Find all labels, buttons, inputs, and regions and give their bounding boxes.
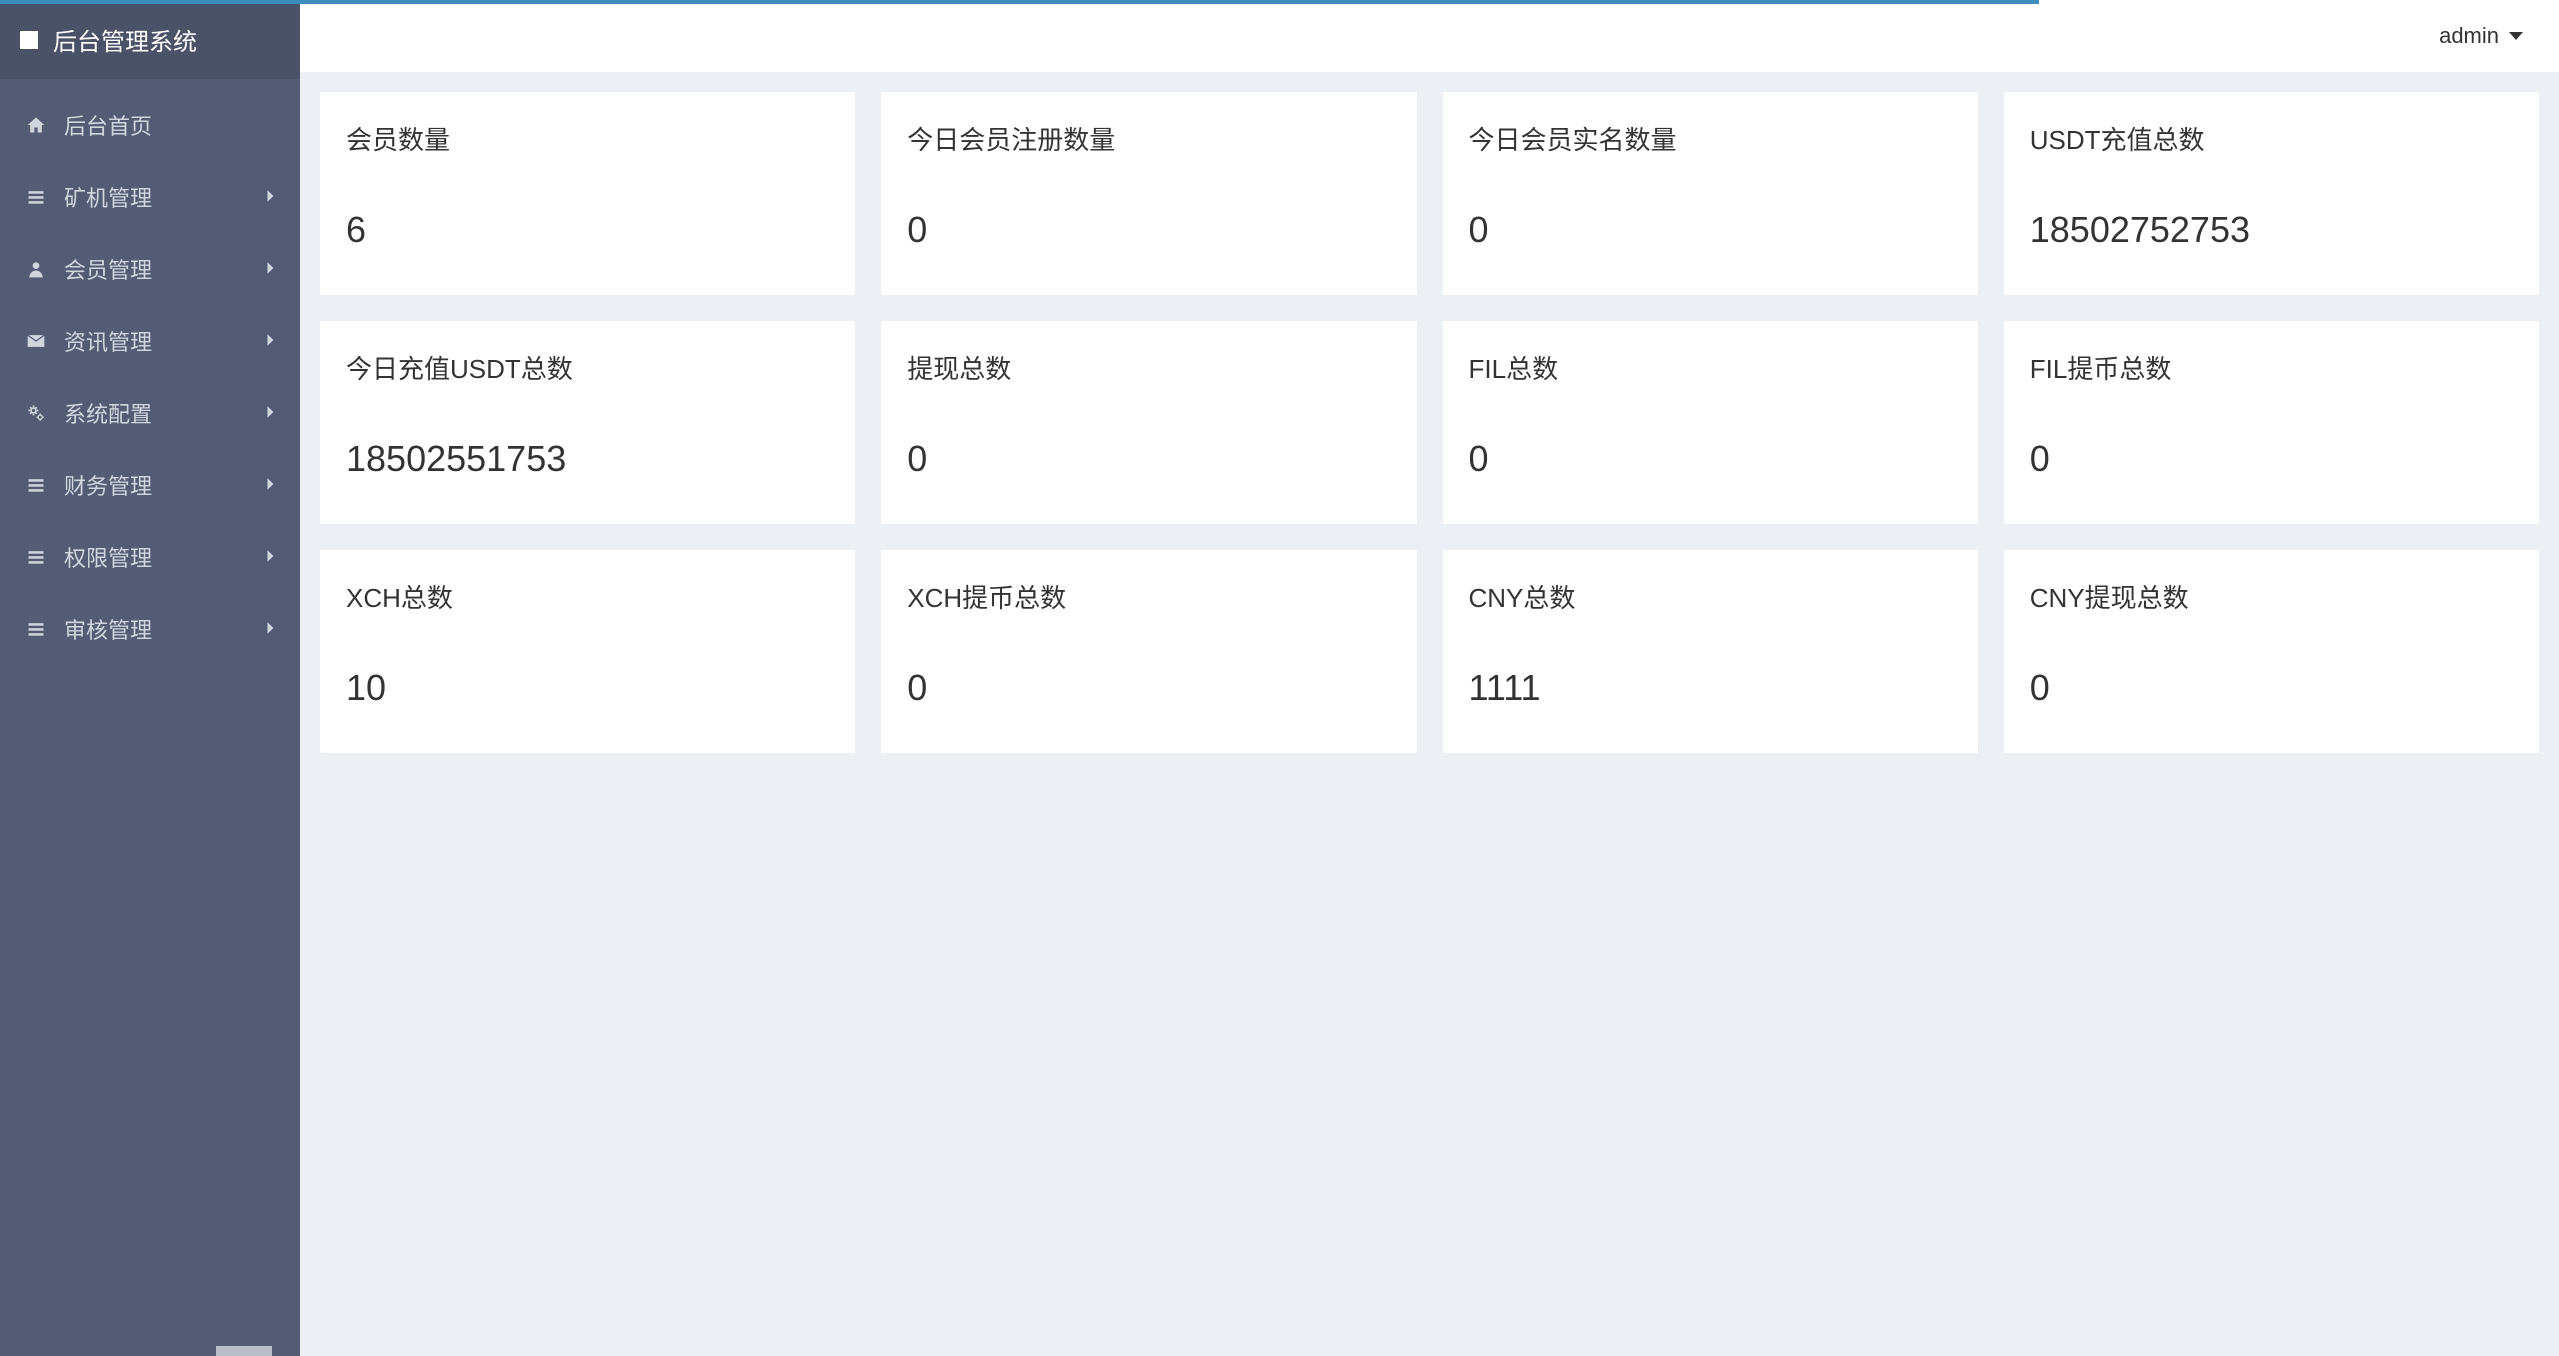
stat-card-11: CNY提现总数 0 bbox=[2004, 550, 2539, 753]
bars-icon bbox=[24, 475, 48, 495]
stat-card-2: 今日会员实名数量 0 bbox=[1443, 92, 1978, 295]
user-menu[interactable]: admin bbox=[2439, 23, 2523, 49]
sidebar-item-1[interactable]: 矿机管理 bbox=[0, 161, 300, 233]
chevron-right-icon bbox=[266, 477, 276, 494]
stat-card-value: 0 bbox=[2030, 667, 2513, 709]
topbar: admin bbox=[300, 0, 2559, 72]
stat-card-title: USDT充值总数 bbox=[2030, 120, 2513, 157]
stat-card-title: XCH提币总数 bbox=[907, 578, 1390, 615]
chevron-right-icon bbox=[266, 405, 276, 422]
chevron-right-icon bbox=[266, 621, 276, 638]
sidebar-item-label: 会员管理 bbox=[64, 253, 266, 285]
stat-card-0: 会员数量 6 bbox=[320, 92, 855, 295]
stat-card-value: 0 bbox=[907, 667, 1390, 709]
envelope-icon bbox=[24, 331, 48, 351]
sidebar-item-4[interactable]: 系统配置 bbox=[0, 377, 300, 449]
sidebar-item-label: 后台首页 bbox=[64, 109, 276, 141]
caret-down-icon bbox=[2509, 32, 2523, 40]
sidebar-item-label: 矿机管理 bbox=[64, 181, 266, 213]
cogs-icon bbox=[24, 403, 48, 423]
stat-card-10: CNY总数 1111 bbox=[1443, 550, 1978, 753]
username-label: admin bbox=[2439, 23, 2499, 49]
chevron-right-icon bbox=[266, 549, 276, 566]
stat-card-title: 今日充值USDT总数 bbox=[346, 349, 829, 386]
logo-icon bbox=[20, 31, 38, 49]
sidebar-header: 后台管理系统 bbox=[0, 0, 300, 79]
stat-card-value: 0 bbox=[907, 438, 1390, 480]
stat-card-title: 会员数量 bbox=[346, 120, 829, 157]
stat-card-3: USDT充值总数 18502752753 bbox=[2004, 92, 2539, 295]
sidebar-item-label: 审核管理 bbox=[64, 613, 266, 645]
chevron-right-icon bbox=[266, 261, 276, 278]
chevron-right-icon bbox=[266, 333, 276, 350]
sidebar-item-6[interactable]: 权限管理 bbox=[0, 521, 300, 593]
sidebar-item-2[interactable]: 会员管理 bbox=[0, 233, 300, 305]
stat-card-title: FIL总数 bbox=[1469, 349, 1952, 386]
loading-bar-main bbox=[300, 0, 2039, 4]
content: 会员数量 6 今日会员注册数量 0 今日会员实名数量 0 USDT充值总数 185027527… bbox=[300, 72, 2559, 1356]
sidebar-item-label: 权限管理 bbox=[64, 541, 266, 573]
main: admin 会员数量 6 今日会员注册数量 0 今日会员实名数量 0 USDT充值总数 185… bbox=[300, 0, 2559, 1356]
bars-icon bbox=[24, 619, 48, 639]
stat-card-value: 18502752753 bbox=[2030, 209, 2513, 251]
stat-card-9: XCH提币总数 0 bbox=[881, 550, 1416, 753]
stat-card-value: 10 bbox=[346, 667, 829, 709]
app-title: 后台管理系统 bbox=[53, 22, 197, 57]
stat-card-title: CNY提现总数 bbox=[2030, 578, 2513, 615]
stat-card-title: 今日会员注册数量 bbox=[907, 120, 1390, 157]
stat-card-6: FIL总数 0 bbox=[1443, 321, 1978, 524]
stat-card-value: 1111 bbox=[1469, 667, 1952, 709]
stat-card-7: FIL提币总数 0 bbox=[2004, 321, 2539, 524]
user-icon bbox=[24, 259, 48, 279]
stat-card-value: 18502551753 bbox=[346, 438, 829, 480]
sidebar-item-3[interactable]: 资讯管理 bbox=[0, 305, 300, 377]
bars-icon bbox=[24, 187, 48, 207]
sidebar-nav: 后台首页矿机管理会员管理资讯管理系统配置财务管理权限管理审核管理 bbox=[0, 79, 300, 1356]
chevron-right-icon bbox=[266, 189, 276, 206]
sidebar-item-0[interactable]: 后台首页 bbox=[0, 89, 300, 161]
bars-icon bbox=[24, 547, 48, 567]
stat-card-value: 0 bbox=[1469, 209, 1952, 251]
stat-card-title: CNY总数 bbox=[1469, 578, 1952, 615]
stat-card-title: FIL提币总数 bbox=[2030, 349, 2513, 386]
stat-card-value: 0 bbox=[907, 209, 1390, 251]
sidebar-item-label: 系统配置 bbox=[64, 397, 266, 429]
stat-card-value: 6 bbox=[346, 209, 829, 251]
stat-card-1: 今日会员注册数量 0 bbox=[881, 92, 1416, 295]
stat-card-value: 0 bbox=[2030, 438, 2513, 480]
stat-card-8: XCH总数 10 bbox=[320, 550, 855, 753]
sidebar-item-label: 财务管理 bbox=[64, 469, 266, 501]
loading-bar-sidebar bbox=[0, 0, 300, 4]
stat-card-title: 今日会员实名数量 bbox=[1469, 120, 1952, 157]
sidebar-item-label: 资讯管理 bbox=[64, 325, 266, 357]
stat-card-4: 今日充值USDT总数 18502551753 bbox=[320, 321, 855, 524]
sidebar-item-7[interactable]: 审核管理 bbox=[0, 593, 300, 665]
stat-card-title: 提现总数 bbox=[907, 349, 1390, 386]
sidebar-item-5[interactable]: 财务管理 bbox=[0, 449, 300, 521]
dashboard-cards: 会员数量 6 今日会员注册数量 0 今日会员实名数量 0 USDT充值总数 185027527… bbox=[320, 92, 2539, 753]
stat-card-5: 提现总数 0 bbox=[881, 321, 1416, 524]
sidebar: 后台管理系统 后台首页矿机管理会员管理资讯管理系统配置财务管理权限管理审核管理 bbox=[0, 0, 300, 1356]
home-icon bbox=[24, 115, 48, 135]
stat-card-value: 0 bbox=[1469, 438, 1952, 480]
stat-card-title: XCH总数 bbox=[346, 578, 829, 615]
bottom-indicator bbox=[216, 1346, 272, 1356]
